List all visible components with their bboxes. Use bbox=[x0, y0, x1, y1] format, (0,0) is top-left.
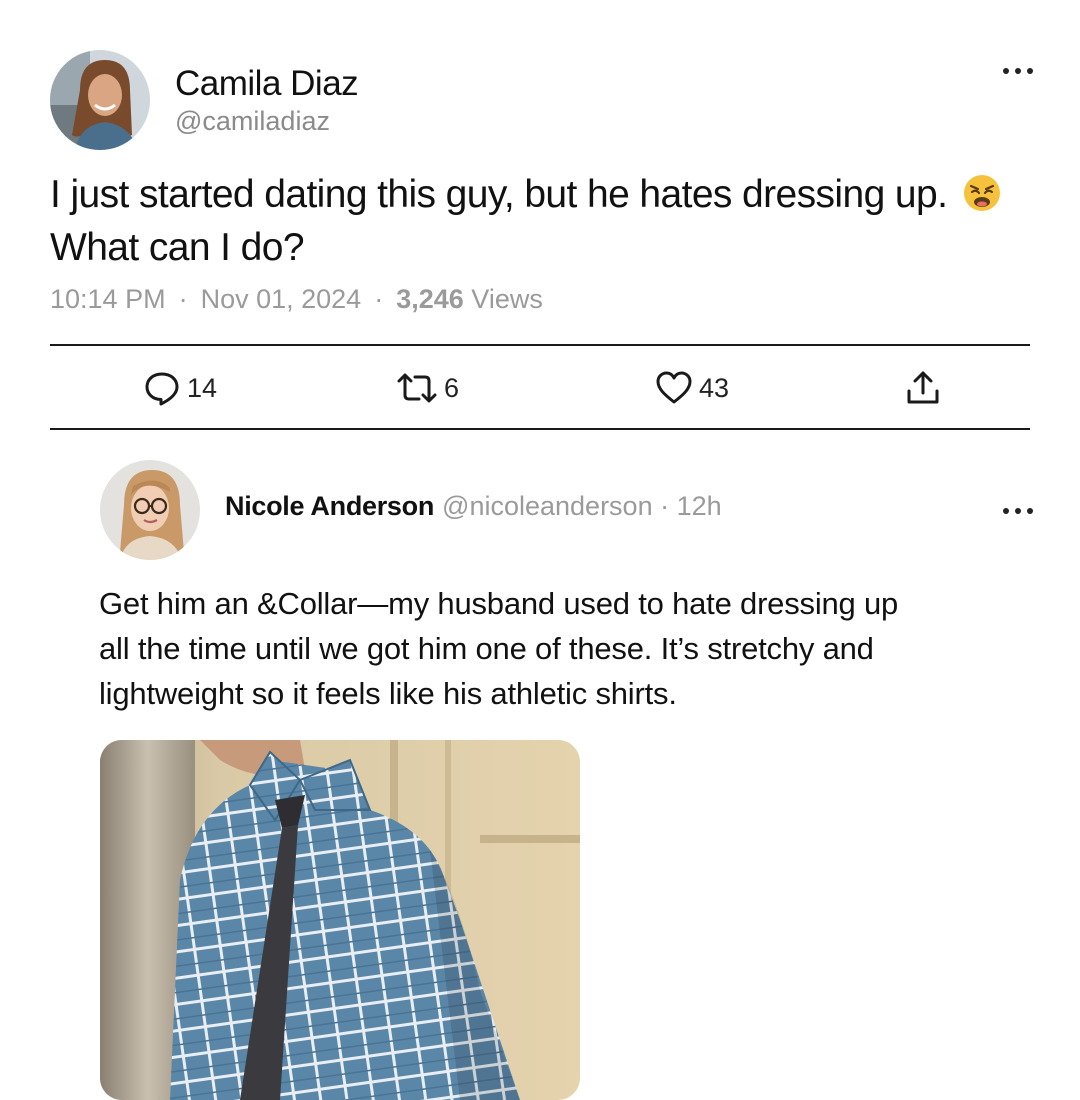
tweet-text-line2: What can I do? bbox=[50, 226, 305, 269]
reply-author-name[interactable]: Nicole Anderson bbox=[225, 491, 434, 521]
divider bbox=[50, 428, 1030, 430]
camila-avatar-photo bbox=[50, 50, 150, 150]
reply-text: Get him an &Collar—my husband used to ha… bbox=[99, 581, 999, 716]
reply-header: Nicole Anderson @nicoleanderson · 12h bbox=[225, 491, 722, 522]
reply-text-line1: Get him an &Collar—my husband used to ha… bbox=[99, 586, 899, 621]
reply-author-handle[interactable]: @nicoleanderson bbox=[442, 491, 653, 521]
retweet-button[interactable]: 6 bbox=[396, 368, 459, 408]
views-label: Views bbox=[471, 284, 543, 314]
tweet-date[interactable]: Nov 01, 2024 bbox=[201, 284, 362, 314]
tweet-time[interactable]: 10:14 PM bbox=[50, 284, 166, 314]
divider bbox=[50, 344, 1030, 346]
reply-text-line2: all the time until we got him one of the… bbox=[99, 631, 874, 666]
tweet-text: I just started dating this guy, but he h… bbox=[50, 168, 1050, 274]
views-count: 3,246 bbox=[396, 284, 464, 314]
retweet-icon bbox=[397, 373, 437, 403]
more-dots-icon[interactable] bbox=[1003, 66, 1033, 76]
share-upload-icon bbox=[907, 371, 939, 404]
more-dots-icon[interactable] bbox=[1003, 506, 1033, 516]
reply-author-avatar[interactable] bbox=[100, 460, 200, 560]
author-handle[interactable]: @camiladiaz bbox=[175, 106, 330, 137]
reply-attached-photo[interactable] bbox=[100, 740, 580, 1100]
speech-bubble-icon bbox=[145, 372, 179, 406]
heart-icon bbox=[656, 371, 692, 404]
like-button[interactable]: 43 bbox=[655, 368, 729, 408]
share-button[interactable] bbox=[905, 368, 941, 408]
meta-separator: · bbox=[374, 284, 384, 314]
reply-timestamp[interactable]: · 12h bbox=[660, 491, 722, 521]
reply-button[interactable]: 14 bbox=[143, 368, 217, 408]
retweet-count: 6 bbox=[444, 372, 460, 403]
plaid-shirt-photo bbox=[100, 740, 580, 1100]
nicole-avatar-photo bbox=[100, 460, 200, 560]
meta-separator: · bbox=[178, 284, 188, 314]
like-count: 43 bbox=[699, 372, 730, 403]
reply-text-line3: lightweight so it feels like his athleti… bbox=[99, 676, 677, 711]
author-name[interactable]: Camila Diaz bbox=[175, 64, 359, 104]
weary-face-icon bbox=[963, 175, 1000, 211]
reply-count: 14 bbox=[187, 372, 218, 403]
tweet-text-line1: I just started dating this guy, but he h… bbox=[50, 173, 948, 216]
author-avatar[interactable] bbox=[50, 50, 150, 150]
tweet-meta: 10:14 PM · Nov 01, 2024 · 3,246 Views bbox=[50, 284, 543, 315]
